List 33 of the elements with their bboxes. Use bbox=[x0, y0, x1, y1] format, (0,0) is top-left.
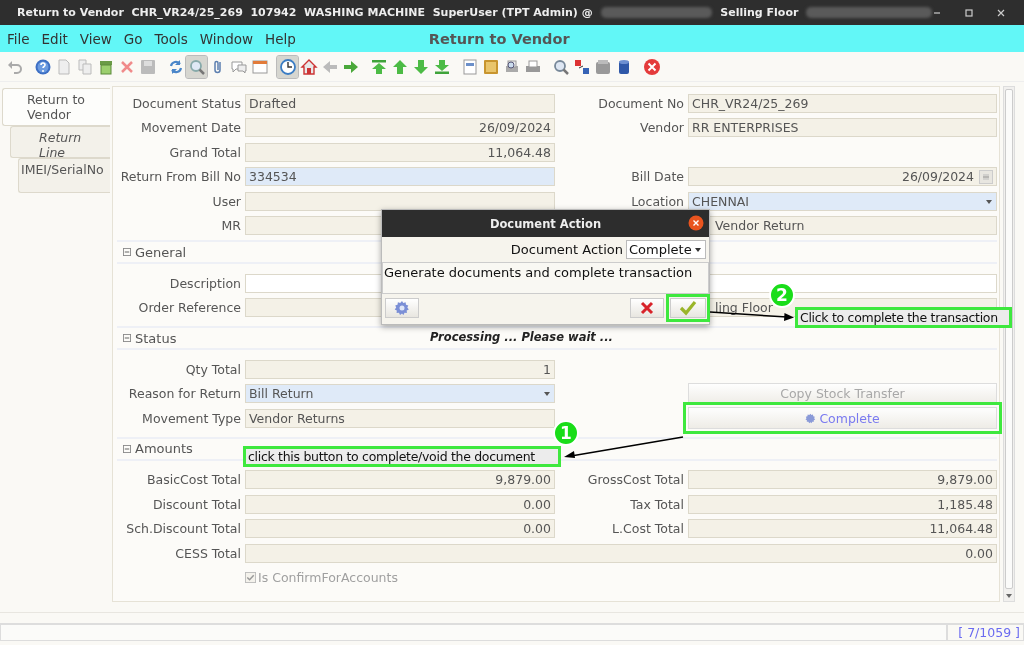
field-label: Bill Date bbox=[630, 169, 684, 185]
checkbox-label: Is ConfirmForAccounts bbox=[258, 570, 398, 586]
field-label: Vendor bbox=[639, 120, 684, 136]
field-label: Reason for Return bbox=[127, 386, 241, 402]
field-label: Movement Date bbox=[139, 120, 241, 136]
field-label: CESS Total bbox=[174, 545, 241, 561]
callout-label: Click to complete the transaction bbox=[795, 307, 1012, 328]
field-label: Grand Total bbox=[168, 144, 241, 160]
field-label: Document Action bbox=[510, 242, 623, 257]
field-label: GrossCost Total bbox=[586, 472, 684, 488]
field-label: User bbox=[211, 193, 241, 209]
window-title: Selling Floor bbox=[720, 6, 799, 19]
field-label: MR bbox=[220, 218, 241, 234]
action-description: Generate documents and complete transaction bbox=[382, 262, 709, 294]
field-label: BasicCost Total bbox=[145, 472, 241, 488]
field-label: Movement Type bbox=[141, 410, 241, 426]
field-label: Qty Total bbox=[184, 361, 241, 377]
field-label: Return From Bill No bbox=[119, 169, 241, 185]
field-label: Document Status bbox=[131, 95, 241, 111]
field-label: Document No bbox=[597, 95, 684, 111]
callout-label: click this button to complete/void the document bbox=[243, 446, 561, 467]
field-label: L.Cost Total bbox=[611, 521, 684, 537]
dialog-title: Document Action bbox=[489, 216, 602, 231]
field-label: Tax Total bbox=[629, 496, 684, 512]
record-counter: [ 7/1059 ] bbox=[947, 624, 1024, 641]
window-heading: Return to Vendor bbox=[428, 30, 570, 47]
field-label: Description bbox=[168, 275, 241, 291]
window-title: Return to Vendor CHR_VR24/25_269 107942 WASHING MACHINE SuperUser (TPT Admin) @ bbox=[17, 6, 593, 19]
field-label: Sch.Discount Total bbox=[125, 521, 241, 537]
field-label: Discount Total bbox=[151, 496, 241, 512]
field-label: Order Reference bbox=[137, 300, 241, 316]
processing-message: Processing ... Please wait ... bbox=[430, 330, 613, 344]
field-label: Location bbox=[630, 193, 684, 209]
